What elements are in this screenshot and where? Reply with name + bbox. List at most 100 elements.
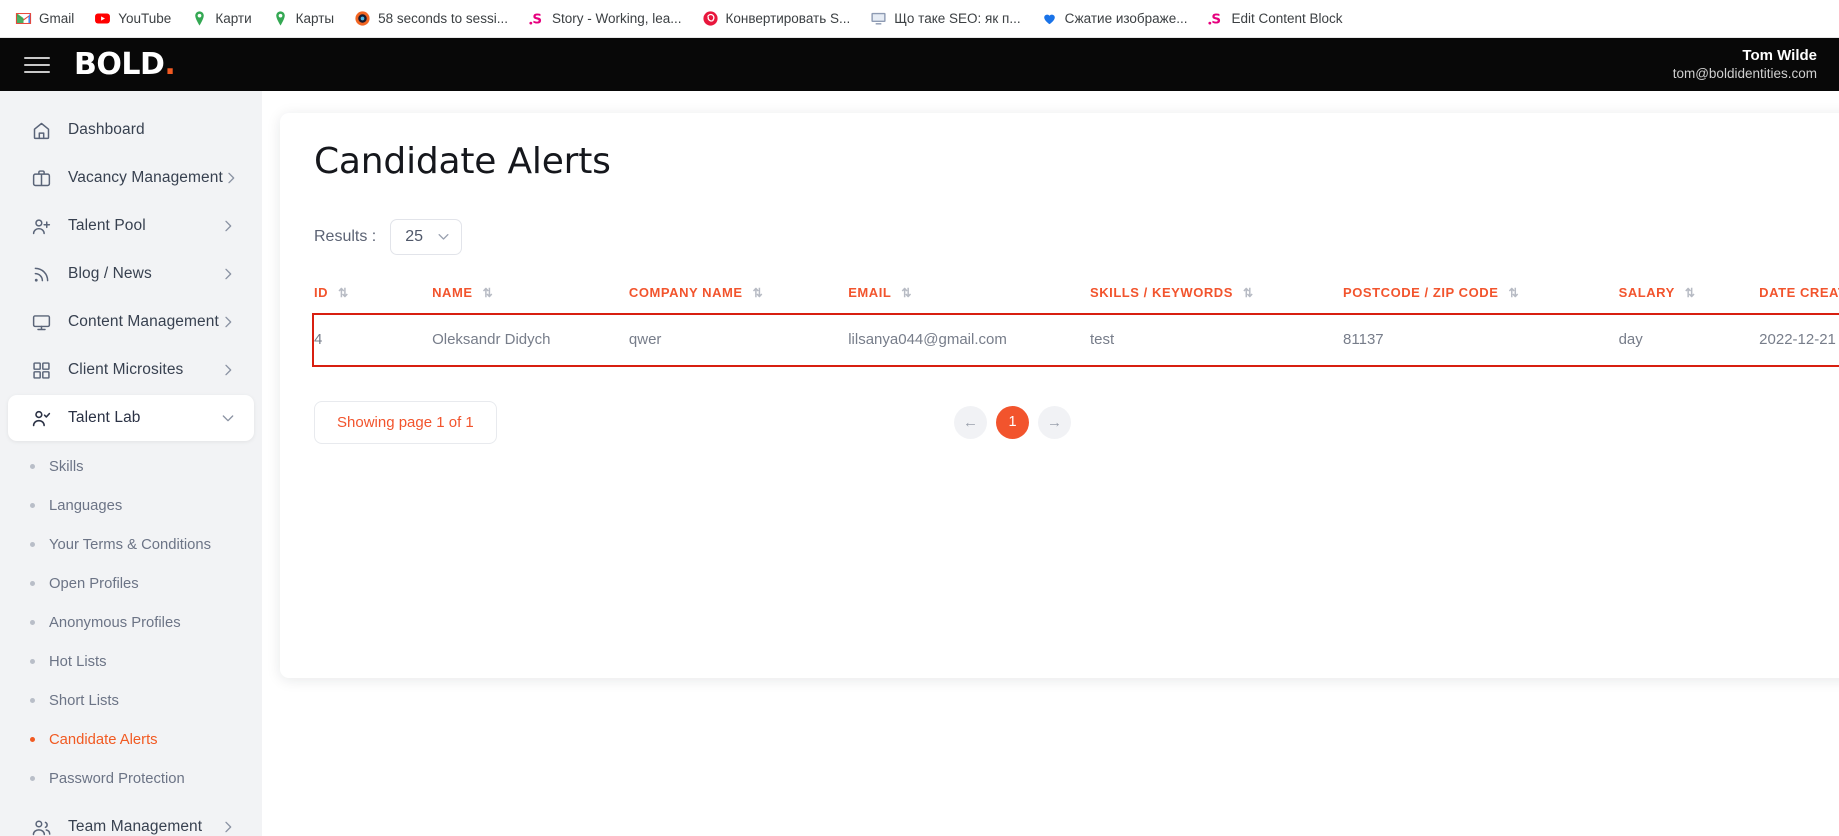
pagination-page-1-button[interactable]: 1 [996, 405, 1029, 439]
bullet-icon [30, 464, 35, 469]
brand-logo[interactable]: BOLD. [74, 47, 176, 82]
sidebar-subitem-label: Your Terms & Conditions [49, 536, 212, 553]
cell-name: Oleksandr Didych [432, 314, 629, 365]
pagination-prev-button[interactable]: ← [954, 405, 987, 439]
column-header-id[interactable]: ID ⇅ [314, 279, 432, 315]
sidebar-item-content-management[interactable]: Content Management [8, 299, 254, 345]
page-title: Candidate Alerts [314, 141, 611, 182]
bullet-icon [30, 542, 35, 547]
bullet-icon [30, 737, 35, 742]
bookmark-label: YouTube [118, 11, 172, 26]
svg-text:S: S [1212, 12, 1222, 27]
cell-skills: test [1090, 314, 1344, 365]
pagination-next-button[interactable]: → [1038, 405, 1071, 439]
column-header-label: EMAIL [848, 285, 892, 300]
sidebar-subitem-open-profiles[interactable]: Open Profiles [0, 564, 262, 603]
bookmark-label: Story - Working, lea... [551, 11, 682, 26]
sidebar-subitem-label: Short Lists [49, 692, 119, 709]
bookmark-karty-ua[interactable]: Карти [182, 6, 260, 31]
chevron-down-icon [220, 410, 236, 426]
user-email: tom@boldidentities.com [1672, 66, 1817, 82]
sidebar-subitem-your-terms-conditions[interactable]: Your Terms & Conditions [0, 525, 262, 564]
cell-email: lilsanya044@gmail.com [848, 314, 1090, 365]
bookmark-58-seconds[interactable]: 58 seconds to sessi... [345, 6, 517, 31]
candidate-alerts-table: ID ⇅ NAME ⇅ COMPANY NAME ⇅ EMAIL ⇅ SKILLS / [312, 279, 1839, 367]
bookmark-karty-ru[interactable]: Карты [263, 6, 343, 31]
column-header-skills-keywords[interactable]: SKILLS / KEYWORDS ⇅ [1090, 279, 1343, 315]
column-header-postcode-zip-code[interactable]: POSTCODE / ZIP CODE ⇅ [1343, 279, 1619, 315]
sidebar-subitem-password-protection[interactable]: Password Protection [0, 759, 262, 798]
bookmark-image-compression[interactable]: Сжатие изображе... [1032, 6, 1197, 31]
sidebar-subitem-anonymous-profiles[interactable]: Anonymous Profiles [0, 603, 262, 642]
sidebar-item-label: Dashboard [68, 121, 145, 138]
sidebar-item-talent-lab[interactable]: Talent Lab [8, 395, 254, 441]
sidebar-subitem-label: Candidate Alerts [49, 731, 158, 748]
hamburger-icon[interactable] [24, 55, 50, 75]
sidebar-item-label: Content Management [68, 313, 219, 330]
sidebar-subitem-skills[interactable]: Skills [0, 447, 262, 486]
sidebar-subitem-label: Hot Lists [49, 653, 107, 670]
bookmark-youtube[interactable]: YouTube [85, 6, 180, 31]
sort-icon[interactable]: ⇅ [1243, 287, 1253, 299]
bookmark-gmail[interactable]: Gmail [6, 6, 83, 31]
user-check-icon [30, 407, 52, 429]
column-header-label: NAME [432, 285, 473, 300]
results-per-page-select[interactable]: 25 [390, 218, 463, 255]
cell-date-created: 2022-12-21 [1759, 314, 1839, 365]
sidebar-item-vacancy-management[interactable]: Vacancy Management [8, 155, 254, 201]
column-header-label: SKILLS / KEYWORDS [1090, 285, 1233, 300]
pagination-bar: Showing page 1 of 1 ← 1 → [314, 400, 1839, 444]
sidebar-item-label: Vacancy Management [68, 169, 223, 186]
globe-icon [354, 10, 371, 27]
sidebar-item-client-microsites[interactable]: Client Microsites [8, 347, 254, 393]
sidebar-subitem-candidate-alerts[interactable]: Candidate Alerts [0, 720, 262, 759]
sort-icon[interactable]: ⇅ [753, 287, 763, 299]
column-header-date-created[interactable]: DATE CREATED⇅ [1759, 279, 1839, 315]
column-header-name[interactable]: NAME ⇅ [432, 279, 629, 315]
s-logo-icon: S [528, 10, 545, 27]
bullet-icon [30, 776, 35, 781]
showing-page-label: Showing page 1 of 1 [314, 400, 497, 444]
sidebar-subitem-short-lists[interactable]: Short Lists [0, 681, 262, 720]
sidebar-item-blog-news[interactable]: Blog / News [8, 251, 254, 297]
bookmark-convert[interactable]: Конвертировать S... [693, 6, 860, 31]
column-header-email[interactable]: EMAIL ⇅ [848, 279, 1090, 315]
bookmark-story-working[interactable]: S Story - Working, lea... [519, 6, 691, 31]
user-plus-icon [30, 215, 52, 237]
sidebar-item-dashboard[interactable]: Dashboard [8, 107, 254, 153]
heart-icon [1041, 10, 1058, 27]
column-header-company-name[interactable]: COMPANY NAME ⇅ [629, 279, 848, 315]
sort-icon[interactable]: ⇅ [1685, 287, 1695, 299]
monitor-icon [870, 10, 887, 27]
bullet-icon [30, 620, 35, 625]
chevron-right-icon [220, 819, 236, 835]
column-header-label: ID [314, 285, 329, 300]
brand-text: BOLD [74, 47, 165, 82]
cell-postcode: 81137 [1343, 314, 1619, 365]
users-icon [30, 816, 52, 836]
bullet-icon [30, 659, 35, 664]
sidebar-subitem-label: Open Profiles [49, 575, 139, 592]
bullet-icon [30, 581, 35, 586]
bookmark-edit-content-block[interactable]: S Edit Content Block [1198, 6, 1351, 31]
cell-company-name: qwer [628, 314, 849, 365]
sidebar-subitem-languages[interactable]: Languages [0, 486, 262, 525]
table-toolbar: Results : 25 [314, 216, 1839, 257]
chevron-down-icon [436, 229, 451, 244]
bookmark-seo-article[interactable]: Що таке SEO: як п... [861, 6, 1029, 31]
sidebar-item-label: Blog / News [68, 265, 152, 282]
sidebar-item-team-management[interactable]: Team Management [8, 804, 254, 836]
sidebar-item-label: Client Microsites [68, 361, 184, 378]
sidebar-subitem-hot-lists[interactable]: Hot Lists [0, 642, 262, 681]
sort-icon[interactable]: ⇅ [338, 287, 348, 299]
sort-icon[interactable]: ⇅ [1508, 287, 1518, 299]
sidebar-item-talent-pool[interactable]: Talent Pool [8, 203, 254, 249]
bookmark-label: Сжатие изображе... [1064, 11, 1188, 26]
google-maps-icon [272, 10, 289, 27]
column-header-salary[interactable]: SALARY ⇅ [1619, 279, 1760, 315]
sort-icon[interactable]: ⇅ [901, 287, 911, 299]
table-row[interactable]: 4 Oleksandr Didych qwer lilsanya044@gmai… [312, 312, 1839, 367]
sort-icon[interactable]: ⇅ [483, 287, 493, 299]
bookmark-label: Gmail [39, 11, 75, 26]
user-account-block[interactable]: Tom Wilde tom@boldidentities.com [1673, 46, 1817, 84]
